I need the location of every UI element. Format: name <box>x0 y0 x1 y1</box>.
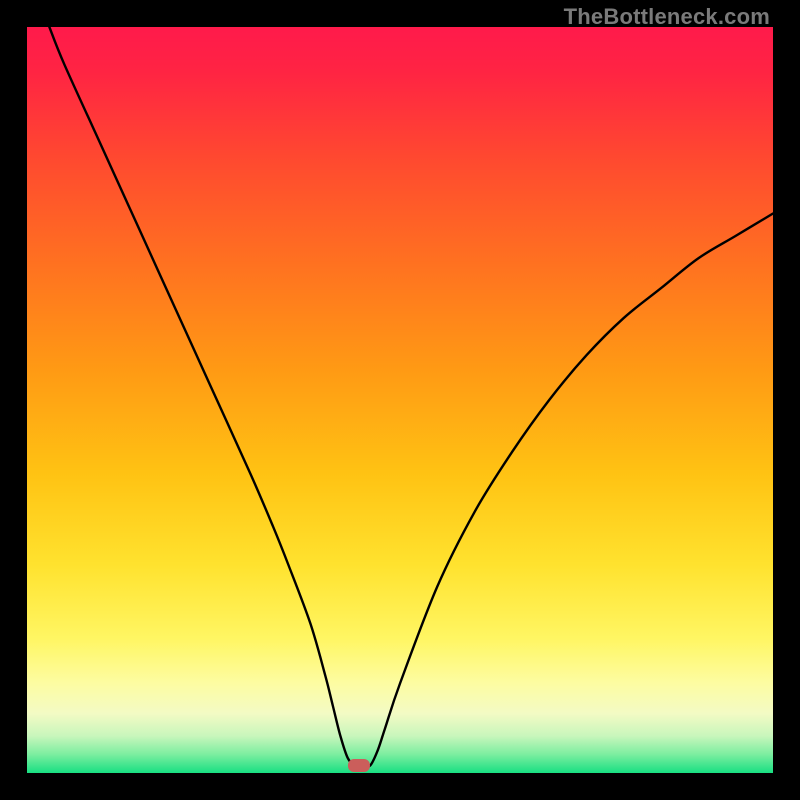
chart-frame: TheBottleneck.com <box>0 0 800 800</box>
plot-area <box>27 27 773 773</box>
optimum-marker <box>348 759 370 772</box>
watermark-text: TheBottleneck.com <box>564 4 770 30</box>
bottleneck-chart <box>27 27 773 773</box>
gradient-background <box>27 27 773 773</box>
